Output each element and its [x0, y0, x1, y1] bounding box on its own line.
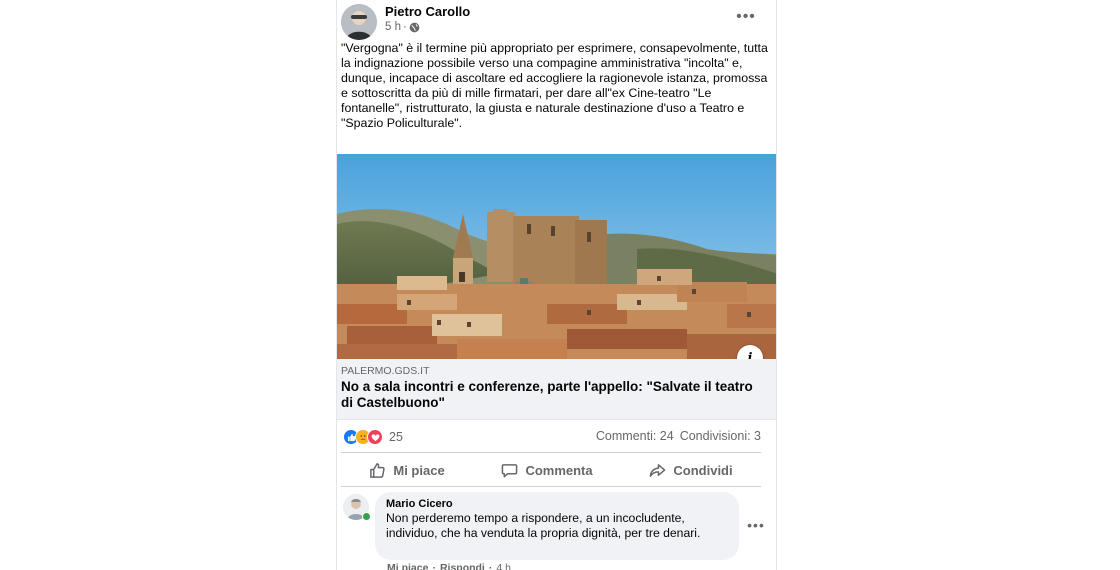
commenter-name[interactable]: Mario Cicero: [386, 498, 453, 510]
share-icon: [649, 462, 666, 479]
share-button[interactable]: Condividi: [649, 462, 733, 479]
link-domain: PALERMO.GDS.IT: [341, 365, 430, 377]
comment-reply-link[interactable]: Rispondi: [440, 562, 485, 570]
post-meta: 5 h ·: [385, 20, 420, 34]
online-status-dot: [362, 512, 371, 521]
link-title[interactable]: No a sala incontri e conferenze, parte l…: [341, 379, 761, 411]
author-name[interactable]: Pietro Carollo: [385, 4, 470, 19]
like-button[interactable]: Mi piace: [369, 462, 445, 479]
post-time[interactable]: 5 h: [385, 21, 401, 33]
post-stats: Commenti: 24 Condivisioni: 3: [596, 429, 761, 443]
link-preview[interactable]: PALERMO.GDS.IT No a sala incontri e conf…: [337, 359, 776, 420]
comment-button-label: Commenta: [525, 462, 593, 478]
post-card: Pietro Carollo 5 h · ••• "Vergogna" è il…: [336, 0, 777, 570]
comment-button[interactable]: Commenta: [501, 462, 593, 479]
post-actions: Mi piace Commenta Condividi: [341, 455, 761, 485]
comment-like-link[interactable]: Mi piace: [387, 562, 428, 570]
comment-icon: [501, 462, 518, 479]
comments-count[interactable]: Commenti: 24: [596, 429, 674, 443]
post-text: "Vergogna" è il termine più appropriato …: [341, 41, 768, 130]
share-button-label: Condividi: [673, 462, 733, 478]
author-avatar[interactable]: [341, 4, 377, 40]
like-button-label: Mi piace: [393, 462, 445, 478]
post-more-icon[interactable]: •••: [733, 6, 759, 28]
reaction-count[interactable]: 25: [389, 430, 403, 444]
reactions-summary[interactable]: 25: [343, 429, 403, 445]
comment-text: Non perderemo tempo a rispondere, a un i…: [386, 511, 701, 540]
comment-bubble: Mario Cicero Non perderemo tempo a rispo…: [375, 492, 739, 560]
love-icon: [367, 429, 383, 445]
comment-more-icon[interactable]: •••: [745, 516, 767, 534]
meta-separator: ·: [403, 21, 407, 33]
comment-action-separator: ·: [432, 562, 436, 570]
shares-count[interactable]: Condivisioni: 3: [680, 429, 761, 443]
comment-actions: Mi piace · Rispondi · 4 h: [387, 562, 511, 570]
thumbs-up-icon: [369, 462, 386, 479]
divider-top: [341, 452, 761, 453]
divider-bottom: [341, 486, 761, 487]
globe-icon: [409, 22, 420, 33]
comment-action-separator: ·: [488, 562, 493, 570]
comment-time[interactable]: 4 h: [496, 562, 511, 570]
post-image-castelbuono[interactable]: [337, 154, 776, 359]
